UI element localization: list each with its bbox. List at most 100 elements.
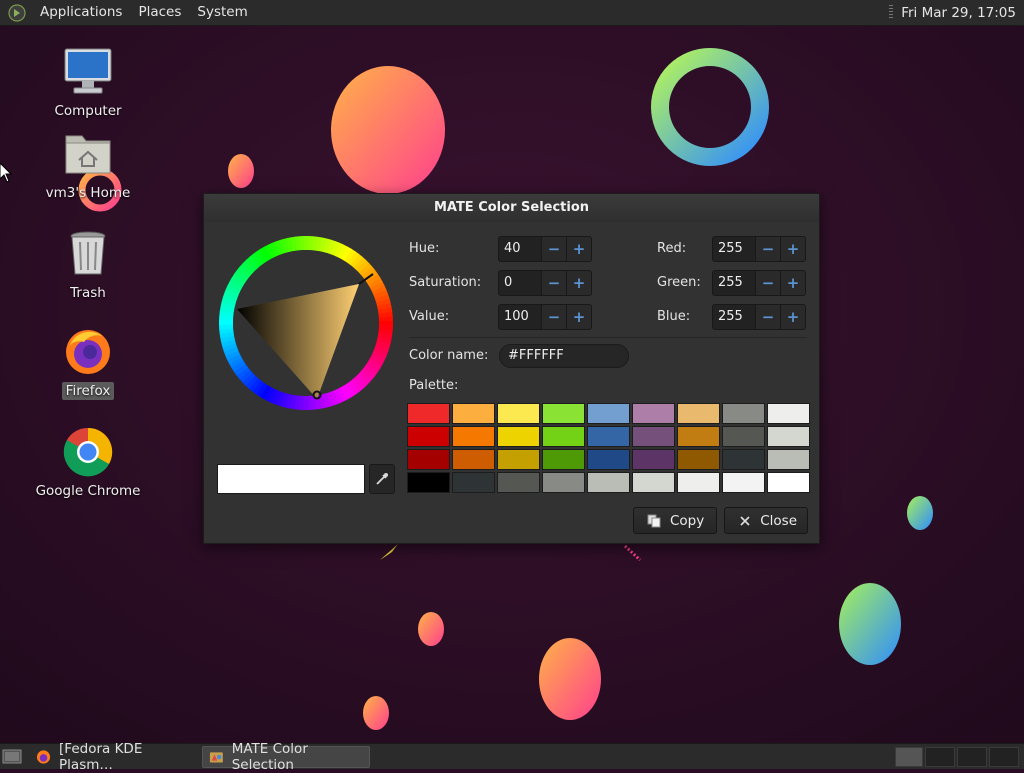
show-desktop-icon[interactable] [2, 747, 22, 765]
hue-decrement-button[interactable]: − [542, 236, 567, 262]
panel-handle[interactable] [889, 5, 894, 20]
blue-value[interactable]: 255 [712, 304, 756, 330]
workspace-1[interactable] [895, 747, 923, 767]
chrome-icon [62, 426, 114, 478]
red-value[interactable]: 255 [712, 236, 756, 262]
palette-swatch[interactable] [587, 403, 630, 424]
saturation-value[interactable]: 0 [498, 270, 542, 296]
palette-swatch[interactable] [587, 472, 630, 493]
saturation-increment-button[interactable]: + [567, 270, 592, 296]
green-value[interactable]: 255 [712, 270, 756, 296]
color-wheel[interactable] [217, 234, 395, 412]
palette-swatch[interactable] [632, 449, 675, 470]
palette-swatch[interactable] [407, 426, 450, 447]
palette-swatch[interactable] [587, 426, 630, 447]
value-spinbutton[interactable]: 100 − + [498, 304, 592, 330]
green-decrement-button[interactable]: − [756, 270, 781, 296]
palette-swatch[interactable] [452, 426, 495, 447]
red-spinbutton[interactable]: 255 − + [712, 236, 806, 262]
firefox-icon [62, 326, 114, 378]
palette-swatch[interactable] [722, 449, 765, 470]
palette-swatch[interactable] [767, 449, 810, 470]
red-decrement-button[interactable]: − [756, 236, 781, 262]
palette-swatch[interactable] [542, 403, 585, 424]
saturation-spinbutton[interactable]: 0 − + [498, 270, 592, 296]
palette-swatch[interactable] [677, 472, 720, 493]
palette-swatch[interactable] [452, 449, 495, 470]
desktop-icon-firefox[interactable]: Firefox [28, 326, 148, 400]
mate-logo-icon[interactable] [8, 3, 26, 22]
palette-swatch[interactable] [677, 426, 720, 447]
desktop-icon-label: Firefox [61, 382, 115, 400]
palette-swatch[interactable] [767, 403, 810, 424]
palette-swatch[interactable] [497, 426, 540, 447]
bottom-panel: [Fedora KDE Plasm… MATE Color Selection [0, 741, 1024, 773]
color-name-label: Color name: [409, 348, 489, 363]
palette-swatch[interactable] [722, 403, 765, 424]
hue-label: Hue: [409, 241, 440, 256]
palette-swatch[interactable] [677, 449, 720, 470]
palette-swatch[interactable] [452, 403, 495, 424]
palette-swatch[interactable] [722, 472, 765, 493]
palette-swatch[interactable] [407, 472, 450, 493]
dialog-titlebar[interactable]: MATE Color Selection [204, 194, 819, 222]
palette-swatch[interactable] [407, 403, 450, 424]
palette-swatch[interactable] [497, 403, 540, 424]
copy-button[interactable]: Copy [633, 507, 717, 534]
blue-spinbutton[interactable]: 255 − + [712, 304, 806, 330]
palette-swatch[interactable] [677, 403, 720, 424]
palette-swatch[interactable] [542, 449, 585, 470]
desktop-icon-label: Trash [70, 285, 106, 301]
menu-system[interactable]: System [189, 0, 255, 25]
palette-swatch[interactable] [632, 403, 675, 424]
desktop-icon-label: Google Chrome [35, 483, 141, 499]
taskbar-item-firefox[interactable]: [Fedora KDE Plasm… [30, 741, 198, 773]
palette-swatch[interactable] [542, 472, 585, 493]
palette-swatch[interactable] [497, 449, 540, 470]
palette-swatch[interactable] [542, 426, 585, 447]
palette-swatch[interactable] [407, 449, 450, 470]
eyedropper-button[interactable] [369, 464, 395, 494]
value-decrement-button[interactable]: − [542, 304, 567, 330]
hue-spinbutton[interactable]: 40 − + [498, 236, 592, 262]
value-label: Value: [409, 309, 450, 324]
palette-swatch[interactable] [497, 472, 540, 493]
workspace-2[interactable] [925, 747, 955, 767]
value-value[interactable]: 100 [498, 304, 542, 330]
firefox-icon [36, 750, 51, 764]
blue-increment-button[interactable]: + [781, 304, 806, 330]
close-button[interactable]: Close [724, 507, 808, 534]
taskbar-item-label: [Fedora KDE Plasm… [59, 741, 143, 773]
blue-decrement-button[interactable]: − [756, 304, 781, 330]
value-increment-button[interactable]: + [567, 304, 592, 330]
trash-icon [62, 228, 114, 280]
hue-increment-button[interactable]: + [567, 236, 592, 262]
red-increment-button[interactable]: + [781, 236, 806, 262]
palette-swatch[interactable] [452, 472, 495, 493]
palette-swatch[interactable] [767, 472, 810, 493]
palette-swatch[interactable] [632, 426, 675, 447]
desktop-icon-trash[interactable]: Trash [28, 228, 148, 302]
workspace-4[interactable] [989, 747, 1019, 767]
palette-swatch[interactable] [587, 449, 630, 470]
saturation-decrement-button[interactable]: − [542, 270, 567, 296]
green-spinbutton[interactable]: 255 − + [712, 270, 806, 296]
desktop-icon-chrome[interactable]: Google Chrome [28, 426, 148, 500]
desktop-icon-computer[interactable]: Computer [28, 46, 148, 120]
close-button-label: Close [760, 512, 797, 529]
palette-swatch[interactable] [722, 426, 765, 447]
green-increment-button[interactable]: + [781, 270, 806, 296]
taskbar-item-color-selection[interactable]: MATE Color Selection [202, 741, 370, 773]
palette-swatch[interactable] [632, 472, 675, 493]
copy-icon [646, 513, 662, 529]
clock[interactable]: Fri Mar 29, 17:05 [901, 5, 1024, 21]
desktop-icon-home[interactable]: vm3's Home [28, 128, 148, 202]
palette-swatch[interactable] [767, 426, 810, 447]
menu-applications[interactable]: Applications [32, 0, 130, 25]
color-selection-dialog: MATE Color Selection Hue: 40 − + Saturat… [203, 193, 820, 544]
color-name-input[interactable]: #FFFFFF [499, 344, 629, 368]
workspace-3[interactable] [957, 747, 987, 767]
hue-value[interactable]: 40 [498, 236, 542, 262]
taskbar-item-label: MATE Color Selection [231, 741, 308, 773]
menu-places[interactable]: Places [130, 0, 189, 25]
